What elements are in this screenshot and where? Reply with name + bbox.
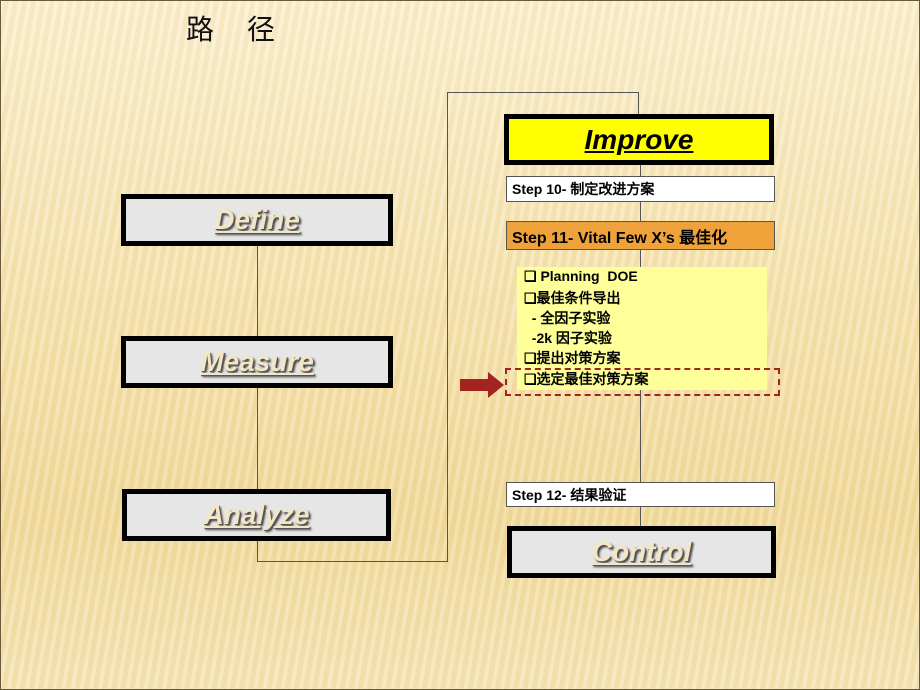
connector-analyze-down bbox=[257, 539, 258, 562]
connector-vertical-up bbox=[447, 92, 448, 562]
phase-control-label: Control bbox=[591, 536, 692, 567]
phase-analyze[interactable]: Analyze bbox=[122, 489, 391, 541]
connector-define-measure bbox=[257, 244, 258, 338]
checklist-item: ❑最佳条件导出 bbox=[524, 290, 621, 306]
phase-control[interactable]: Control bbox=[507, 526, 776, 578]
connector-into-improve bbox=[638, 92, 639, 116]
checklist-item: - 全因子实验 bbox=[524, 310, 611, 326]
step-11-box[interactable]: Step 11- Vital Few X’s 最佳化 bbox=[506, 221, 775, 250]
phase-analyze-label: Analyze bbox=[203, 499, 310, 530]
phase-measure[interactable]: Measure bbox=[121, 336, 393, 388]
phase-improve-label: Improve bbox=[584, 123, 694, 155]
phase-improve[interactable]: Improve bbox=[504, 114, 774, 165]
connector-measure-analyze bbox=[257, 386, 258, 491]
connector-bottom-horizontal bbox=[257, 561, 448, 562]
step-12-label: Step 12- 结果验证 bbox=[512, 486, 627, 503]
step-12-box[interactable]: Step 12- 结果验证 bbox=[506, 482, 775, 507]
step-11-label: Step 11- Vital Few X’s 最佳化 bbox=[512, 229, 728, 247]
checklist-item: -2k 因子实验 bbox=[524, 330, 612, 346]
connector-top-horizontal bbox=[447, 92, 639, 93]
phase-measure-label: Measure bbox=[200, 346, 314, 377]
step-10-label: Step 10- 制定改进方案 bbox=[512, 181, 655, 197]
checklist-item: ❑提出对策方案 bbox=[524, 350, 621, 366]
phase-define-label: Define bbox=[214, 204, 300, 235]
phase-define[interactable]: Define bbox=[121, 194, 393, 246]
checklist-item: ❑ Planning DOE bbox=[524, 268, 638, 284]
right-arrow-icon bbox=[460, 372, 504, 398]
step-10-box[interactable]: Step 10- 制定改进方案 bbox=[506, 176, 775, 202]
highlight-dashed-box bbox=[505, 368, 780, 396]
page-title: 路 径 bbox=[186, 13, 287, 46]
